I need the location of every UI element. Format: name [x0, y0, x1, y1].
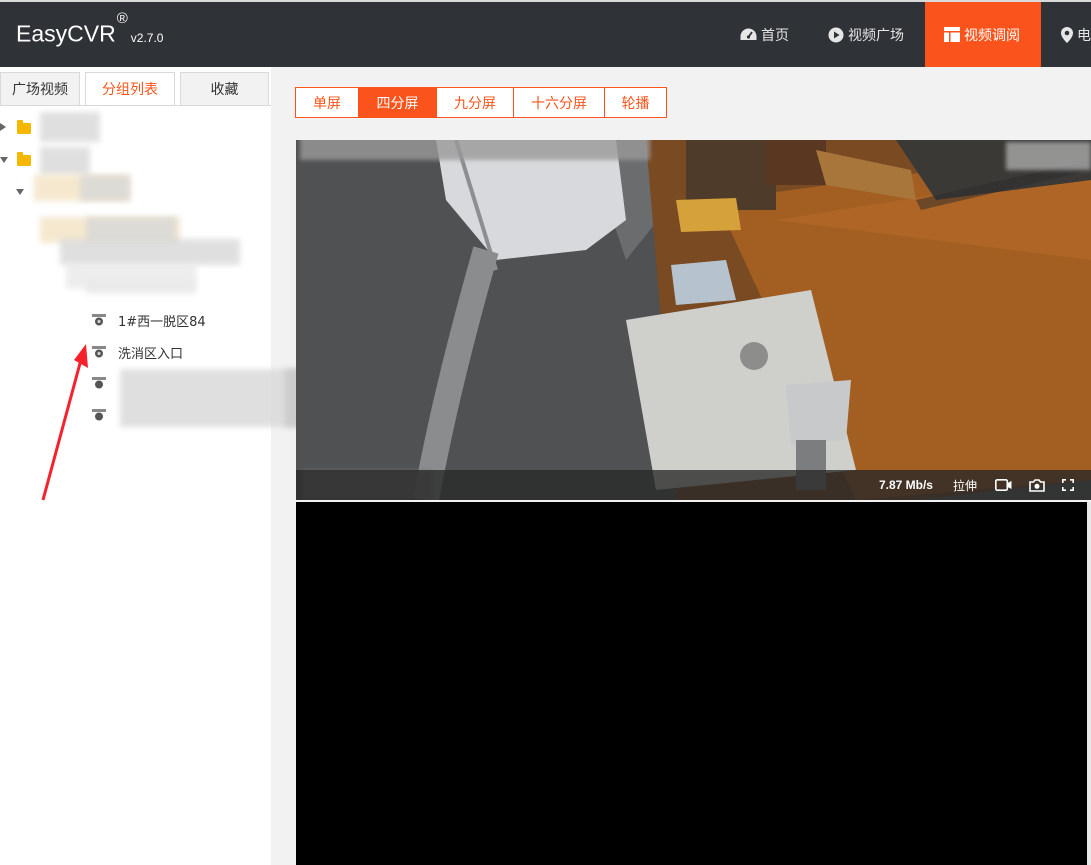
caret-down-icon[interactable] [0, 157, 8, 163]
nav-home-label: 首页 [761, 27, 789, 44]
app-version: v2.7.0 [130, 30, 164, 45]
record-icon [995, 479, 1012, 491]
registered-mark: ® [116, 10, 128, 27]
caret-right-icon[interactable] [0, 123, 6, 131]
split-single-button[interactable]: 单屏 [295, 87, 358, 118]
redacted-row [60, 239, 240, 265]
camera-device-icon [92, 314, 106, 326]
app-name: EasyCVR [16, 20, 116, 47]
split-sixteen-button[interactable]: 十六分屏 [513, 87, 604, 118]
tab-favorites-label: 收藏 [210, 82, 239, 98]
nav-video-browse[interactable]: 视频调阅 [925, 2, 1041, 67]
nav-map[interactable]: 电 [1061, 2, 1091, 67]
split-nine-button[interactable]: 九分屏 [436, 87, 513, 118]
camera-device-icon [92, 409, 106, 421]
tab-square-video-label: 广场视频 [12, 82, 68, 98]
snapshot-button[interactable] [1029, 478, 1045, 492]
player-control-bar: 7.87 Mb/s 拉伸 [296, 470, 1091, 500]
app-logo[interactable]: EasyCVR®v2.7.0 [16, 10, 164, 48]
folder-icon [17, 152, 31, 166]
nav-home[interactable]: 首页 [740, 2, 789, 67]
map-pin-icon [1061, 26, 1073, 43]
split-four-label: 四分屏 [376, 95, 419, 112]
tree-item-label: 洗消区入口 [118, 346, 184, 362]
player-gap [1087, 502, 1091, 865]
record-button[interactable] [995, 479, 1012, 491]
tab-divider [0, 105, 271, 106]
redacted-timestamp [1006, 142, 1091, 170]
carousel-label: 轮播 [621, 95, 650, 112]
top-header: EasyCVR®v2.7.0 首页 视频广场 视频调阅 电 [0, 0, 1091, 67]
tree-item-device[interactable]: 洗消区入口 [92, 342, 183, 362]
stretch-toggle[interactable]: 拉伸 [953, 477, 977, 494]
dashboard-icon [740, 28, 757, 40]
tab-favorites[interactable]: 收藏 [180, 72, 269, 106]
tab-group-list[interactable]: 分组列表 [85, 72, 175, 106]
tree-item-label: 1#西一脱区84 [118, 314, 206, 330]
folder-icon [17, 120, 31, 134]
play-circle-icon [828, 27, 844, 42]
sidebar: 广场视频 分组列表 收藏 1#西一脱区84 洗消区入口 [0, 67, 305, 865]
bitrate-readout: 7.87 Mb/s [878, 478, 933, 492]
nav-video-square[interactable]: 视频广场 [828, 2, 904, 67]
camera-device-icon [92, 346, 106, 358]
camera-feed-image [296, 140, 1091, 500]
layout-icon [944, 27, 960, 42]
redacted-row [80, 175, 130, 201]
redacted-row [86, 280, 196, 294]
carousel-button[interactable]: 轮播 [604, 87, 667, 118]
nav-video-square-label: 视频广场 [848, 27, 904, 44]
split-single-label: 单屏 [313, 95, 341, 112]
tab-group-list-label: 分组列表 [102, 82, 158, 98]
split-nine-label: 九分屏 [454, 95, 496, 112]
redacted-title [300, 140, 650, 160]
caret-down-icon[interactable] [16, 189, 24, 195]
camera-device-icon [92, 377, 106, 389]
tab-square-video[interactable]: 广场视频 [0, 72, 80, 106]
fullscreen-icon [1062, 479, 1074, 491]
redacted-row [120, 369, 300, 427]
camera-icon [1029, 478, 1045, 492]
fullscreen-button[interactable] [1062, 479, 1074, 491]
tree-item-device[interactable]: 1#西一脱区84 [92, 310, 206, 330]
annotation-arrow-icon [41, 344, 88, 501]
sidebar-tabs: 广场视频 分组列表 收藏 [0, 72, 271, 106]
nav-map-label: 电 [1077, 27, 1091, 44]
split-four-button[interactable]: 四分屏 [358, 87, 436, 118]
split-mode-group: 单屏 四分屏 九分屏 十六分屏 轮播 [295, 87, 667, 118]
redacted-row [40, 147, 90, 175]
nav-video-browse-label: 视频调阅 [964, 27, 1020, 44]
video-player[interactable]: 7.87 Mb/s 拉伸 [296, 140, 1091, 500]
split-sixteen-label: 十六分屏 [531, 95, 587, 112]
redacted-row [40, 112, 100, 142]
video-player-empty[interactable] [296, 502, 1087, 865]
